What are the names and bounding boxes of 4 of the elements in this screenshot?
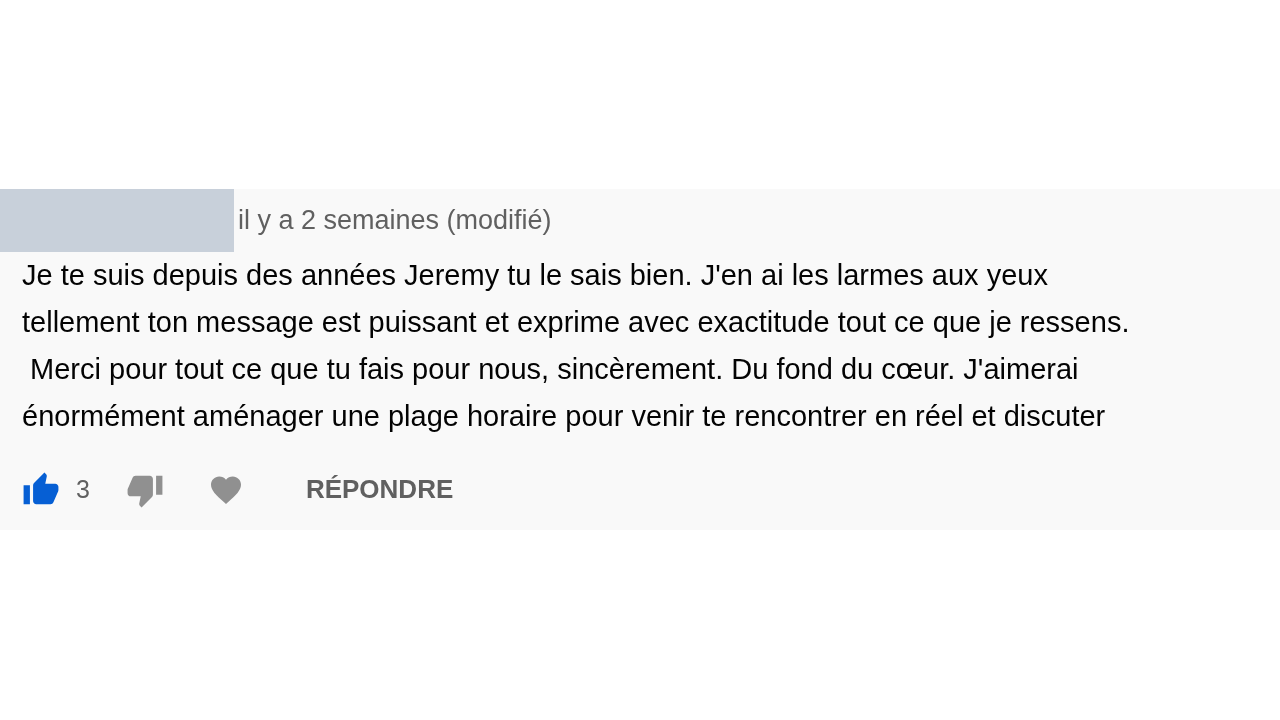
comment-timestamp: il y a 2 semaines (modifié) [238,204,552,238]
like-count: 3 [76,473,90,505]
comment-text: Je te suis depuis des années Jeremy tu le sais bien. J'en ai les larmes aux yeux tellement ton message est puissant et exprime avec exactitude tout ce que je ressens. Merci pour tout ce que tu fais pour nous, sincèrement. Du fond du cœur. J'aimerai énormément aménager une plage horaire pour venir te rencontrer en réel et discuter [21,258,1131,434]
reply-button[interactable]: RÉPONDRE [305,470,454,509]
